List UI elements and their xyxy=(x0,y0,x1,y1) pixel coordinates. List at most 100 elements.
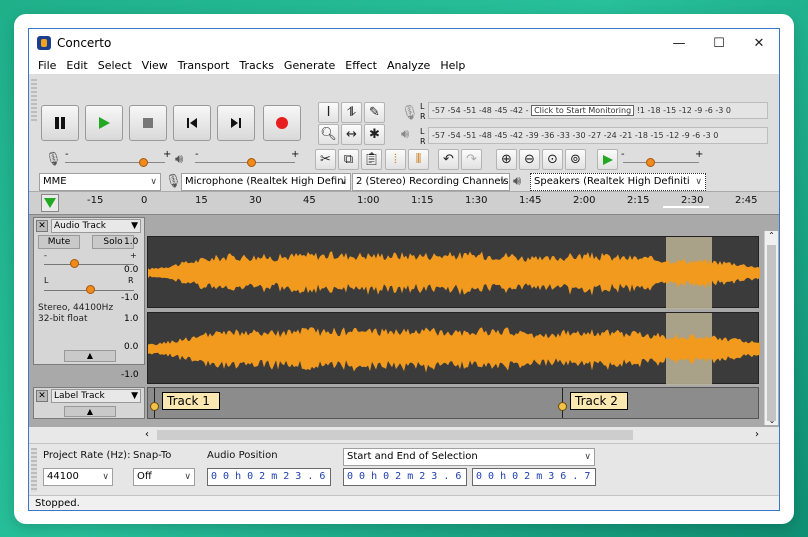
selection-tool[interactable]: I xyxy=(318,102,339,123)
timeline-tick: 1:45 xyxy=(519,195,542,206)
recording-channels-select[interactable]: 2 (Stereo) Recording Channels ∨ xyxy=(352,173,510,191)
silence-button[interactable]: ⦀ xyxy=(408,149,429,170)
project-rate-label: Project Rate (Hz): xyxy=(43,450,131,461)
menu-file[interactable]: File xyxy=(33,59,61,72)
selection-mode-select[interactable]: Start and End of Selection ∨ xyxy=(343,448,595,466)
fit-selection-button[interactable]: ⊙ xyxy=(542,149,563,170)
copy-icon: ⧉ xyxy=(343,152,354,167)
play-at-speed-knob[interactable] xyxy=(646,158,655,167)
speaker-meter-icon[interactable]: 🔊︎ xyxy=(401,127,409,142)
waveform-channel-right[interactable] xyxy=(147,312,760,385)
menu-transport[interactable]: Transport xyxy=(173,59,235,72)
scroll-left-icon[interactable]: ‹ xyxy=(145,429,149,440)
label-track-2[interactable]: Track 2 xyxy=(570,392,628,410)
play-button[interactable] xyxy=(85,105,123,141)
trim-button[interactable]: ⦙ xyxy=(385,149,406,170)
timeline-tick: 2:45 xyxy=(735,195,758,206)
label-2-handle[interactable] xyxy=(558,402,567,411)
paste-button[interactable]: 📋︎ xyxy=(361,149,382,170)
horizontal-scroll-thumb[interactable] xyxy=(157,430,633,440)
label-track-menu[interactable]: Label Track ▼ xyxy=(51,389,141,403)
multi-tool[interactable]: ✱ xyxy=(364,124,385,145)
recording-volume-icon: 🎙︎ xyxy=(45,152,62,167)
minimize-button[interactable]: — xyxy=(659,29,699,57)
recording-volume-slider[interactable] xyxy=(65,157,165,167)
record-button[interactable] xyxy=(263,105,301,141)
playback-volume-knob[interactable] xyxy=(247,158,256,167)
collapse-label-track-button[interactable]: ▲ xyxy=(64,406,116,417)
selection-toolbar-grip[interactable] xyxy=(31,448,37,492)
menu-view[interactable]: View xyxy=(137,59,173,72)
skip-to-end-button[interactable] xyxy=(217,105,255,141)
selection-start-timecode[interactable]: 0 0 h 0 2 m 2 3 . 6 5 3 s xyxy=(343,468,467,486)
zoom-tool[interactable]: 🔍︎ xyxy=(318,124,339,145)
app-window: Concerto — ☐ ✕ File Edit Select View Tra… xyxy=(28,28,780,511)
menu-select[interactable]: Select xyxy=(93,59,137,72)
waveform-channel-left[interactable] xyxy=(147,236,760,309)
menu-tracks[interactable]: Tracks xyxy=(234,59,279,72)
timeline-tick: 45 xyxy=(303,195,316,206)
mute-button[interactable]: Mute xyxy=(38,235,80,249)
close-button[interactable]: ✕ xyxy=(739,29,779,57)
label-track-1[interactable]: Track 1 xyxy=(162,392,220,410)
zoom-out-button[interactable]: ⊖ xyxy=(519,149,540,170)
skip-to-start-button[interactable] xyxy=(173,105,211,141)
label-track-lane[interactable]: Track 1 Track 2 xyxy=(147,387,759,419)
timeline-quick-play-button[interactable] xyxy=(41,194,59,212)
playback-volume-slider[interactable] xyxy=(195,157,295,167)
horizontal-scrollbar[interactable]: ‹ › xyxy=(29,427,779,443)
scroll-right-icon[interactable]: › xyxy=(755,429,759,440)
audio-track-menu[interactable]: Audio Track ▼ xyxy=(51,219,141,233)
fit-project-button[interactable]: ⊚ xyxy=(565,149,586,170)
window-title: Concerto xyxy=(57,36,112,50)
selection-end-timecode[interactable]: 0 0 h 0 2 m 3 6 . 7 7 6 s xyxy=(472,468,596,486)
redo-button[interactable]: ↷ xyxy=(461,149,482,170)
audio-host-select[interactable]: MME ∨ xyxy=(39,173,161,191)
zoom-in-button[interactable]: ⊕ xyxy=(496,149,517,170)
recording-device-select[interactable]: Microphone (Realtek High Defini ∨ xyxy=(181,173,351,191)
gain-slider-knob[interactable] xyxy=(70,259,79,268)
record-meter-left: L xyxy=(420,102,425,111)
play-at-speed-slider[interactable] xyxy=(623,157,699,167)
recording-volume-knob[interactable] xyxy=(139,158,148,167)
time-shift-tool[interactable]: ↔ xyxy=(341,124,362,145)
scroll-up-icon[interactable]: ⌃ xyxy=(765,231,778,240)
stop-icon xyxy=(143,118,153,128)
audacity-logo-icon xyxy=(37,36,51,50)
maximize-button[interactable]: ☐ xyxy=(699,29,739,57)
play-meter[interactable]: -57 -54 -51 -48 -45 -42 -39 -36 -33 -30 … xyxy=(428,127,768,144)
menu-generate[interactable]: Generate xyxy=(279,59,340,72)
menu-effect[interactable]: Effect xyxy=(340,59,382,72)
vertical-scroll-thumb[interactable] xyxy=(767,245,776,421)
y-axis-top-ch1: 1.0 xyxy=(124,237,139,247)
chevron-down-icon: ∨ xyxy=(340,177,347,187)
undo-button[interactable]: ↶ xyxy=(438,149,459,170)
vertical-scrollbar[interactable]: ⌃ ⌄ xyxy=(764,231,778,425)
project-rate-select[interactable]: 44100 ∨ xyxy=(43,468,113,486)
scroll-down-icon[interactable]: ⌄ xyxy=(765,416,779,425)
microphone-meter-icon[interactable]: 🎙︎ xyxy=(401,105,419,121)
menu-analyze[interactable]: Analyze xyxy=(382,59,435,72)
snap-to-select[interactable]: Off ∨ xyxy=(133,468,195,486)
play-at-speed-button[interactable] xyxy=(597,149,618,170)
envelope-tool[interactable]: ⥮ xyxy=(341,102,362,123)
draw-tool[interactable]: ✎ xyxy=(364,102,385,123)
gain-slider-track[interactable] xyxy=(44,264,134,265)
menu-edit[interactable]: Edit xyxy=(61,59,92,72)
pan-slider-knob[interactable] xyxy=(86,285,95,294)
copy-button[interactable]: ⧉ xyxy=(338,149,359,170)
collapse-track-button[interactable]: ▲ xyxy=(64,350,116,362)
record-meter[interactable]: -57 -54 -51 -48 -45 -42 - Click to Start… xyxy=(428,102,768,119)
pause-button[interactable] xyxy=(41,105,79,141)
cut-button[interactable]: ✂ xyxy=(315,149,336,170)
stop-button[interactable] xyxy=(129,105,167,141)
timeline-ruler[interactable]: -15 0 15 30 45 1:00 1:15 1:30 1:45 2:00 2:15 2:30 2:… xyxy=(29,191,779,215)
label-1-handle[interactable] xyxy=(150,402,159,411)
menu-help[interactable]: Help xyxy=(435,59,470,72)
toolbar-grip[interactable] xyxy=(31,79,37,123)
playback-device-select[interactable]: Speakers (Realtek High Definiti ∨ xyxy=(530,173,706,191)
timeline-selection-marker[interactable] xyxy=(663,206,709,208)
audio-position-timecode[interactable]: 0 0 h 0 2 m 2 3 . 6 5 3 s xyxy=(207,468,331,486)
close-track-icon[interactable]: ✕ xyxy=(36,220,48,232)
close-label-track-icon[interactable]: ✕ xyxy=(36,390,48,402)
